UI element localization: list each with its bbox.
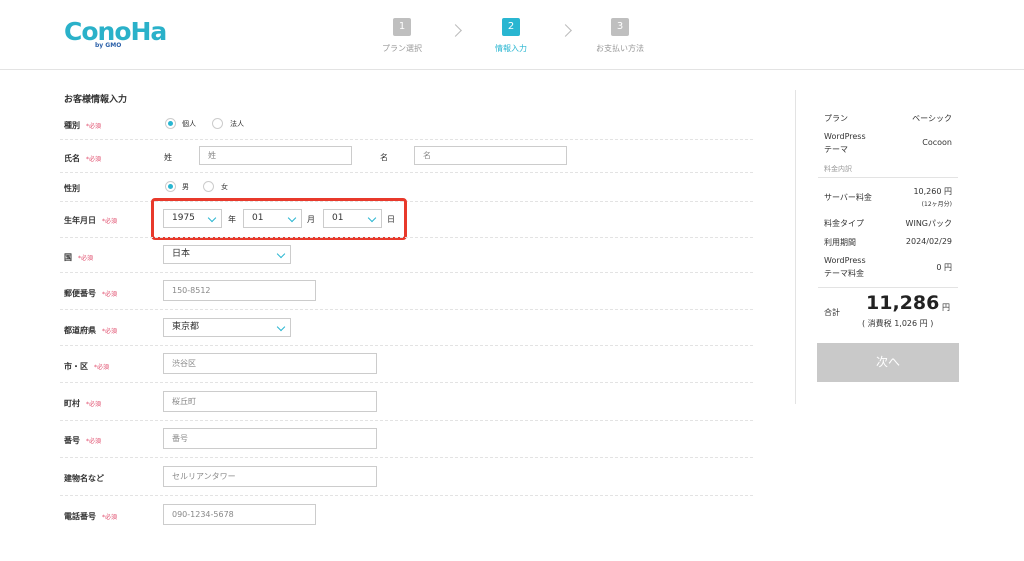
prefecture-label: 都道府県 *必須 bbox=[64, 326, 118, 335]
server-fee-value: 10,260 円 bbox=[913, 187, 952, 196]
divider bbox=[60, 495, 753, 496]
theme-label-1: WordPress bbox=[824, 132, 866, 141]
last-name-label: 姓 bbox=[164, 153, 172, 162]
server-fee-note: (12ヶ月分) bbox=[921, 201, 952, 208]
first-name-label: 名 bbox=[380, 153, 388, 162]
number-input[interactable]: 番号 bbox=[163, 428, 377, 449]
city-input[interactable]: 渋谷区 bbox=[163, 353, 377, 374]
type-corporate-label: 法人 bbox=[230, 120, 244, 128]
theme-label-2: テーマ bbox=[824, 145, 848, 154]
type-personal-radio[interactable] bbox=[165, 118, 176, 129]
logo-sub: by GMO bbox=[95, 42, 122, 49]
server-fee-label: サーバー料金 bbox=[824, 193, 872, 202]
step-2: 2 情報入力 bbox=[471, 18, 551, 54]
type-personal-label: 個人 bbox=[182, 120, 196, 128]
zip-label: 郵便番号 *必須 bbox=[64, 289, 118, 298]
theme-fee-label-1: WordPress bbox=[824, 256, 866, 265]
number-label: 番号 *必須 bbox=[64, 436, 102, 445]
birthday-label: 生年月日 *必須 bbox=[64, 216, 118, 225]
step-2-number: 2 bbox=[502, 18, 520, 36]
step-3-label: お支払い方法 bbox=[596, 44, 644, 53]
theme-fee-label-2: テーマ料金 bbox=[824, 269, 864, 278]
divider bbox=[60, 382, 753, 383]
plan-value: ベーシック bbox=[912, 114, 952, 123]
first-name-input[interactable]: 名 bbox=[414, 146, 567, 165]
gender-label: 性別 bbox=[64, 184, 80, 193]
period-label: 利用期間 bbox=[824, 238, 856, 247]
divider bbox=[60, 237, 753, 238]
zip-input[interactable]: 150-8512 bbox=[163, 280, 316, 301]
step-3: 3 お支払い方法 bbox=[580, 18, 660, 54]
birthday-highlight-box bbox=[151, 198, 407, 240]
sidebar-divider bbox=[795, 90, 796, 404]
step-1-number: 1 bbox=[393, 18, 411, 36]
divider bbox=[60, 420, 753, 421]
gender-male-label: 男 bbox=[182, 183, 189, 191]
gender-male-radio[interactable] bbox=[165, 181, 176, 192]
chevron-right-icon bbox=[559, 24, 572, 37]
fee-type-label: 料金タイプ bbox=[824, 219, 864, 228]
total-value: 11,286 bbox=[866, 292, 940, 314]
divider bbox=[60, 309, 753, 310]
chevron-down-icon bbox=[276, 322, 286, 332]
step-2-label: 情報入力 bbox=[495, 44, 527, 53]
building-input[interactable]: セルリアンタワー bbox=[163, 466, 377, 487]
summary-divider bbox=[818, 177, 958, 178]
tax-note: ( 消費税 1,026 円 ) bbox=[862, 319, 934, 328]
country-select[interactable]: 日本 bbox=[163, 245, 291, 264]
divider bbox=[60, 457, 753, 458]
header: ConoHa by GMO 1 プラン選択 2 情報入力 3 お支払い方法 bbox=[0, 0, 1024, 70]
step-3-number: 3 bbox=[611, 18, 629, 36]
theme-value: Cocoon bbox=[922, 138, 952, 147]
fee-type-value: WINGパック bbox=[905, 219, 952, 228]
total-unit: 円 bbox=[942, 303, 950, 312]
city-label: 市・区 *必須 bbox=[64, 362, 110, 371]
divider bbox=[60, 345, 753, 346]
total-label: 合計 bbox=[824, 308, 840, 317]
phone-input[interactable]: 090-1234-5678 bbox=[163, 504, 316, 525]
prefecture-select[interactable]: 東京都 bbox=[163, 318, 291, 337]
phone-label: 電話番号 *必須 bbox=[64, 512, 118, 521]
last-name-input[interactable]: 姓 bbox=[199, 146, 352, 165]
breakdown-label: 料金内訳 bbox=[824, 165, 852, 173]
name-label: 氏名 *必須 bbox=[64, 154, 102, 163]
building-label: 建物名など bbox=[64, 474, 104, 483]
step-1-label: プラン選択 bbox=[382, 44, 422, 53]
theme-fee-value: 0 円 bbox=[936, 263, 952, 272]
chevron-right-icon bbox=[449, 24, 462, 37]
step-1: 1 プラン選択 bbox=[362, 18, 442, 54]
plan-label: プラン bbox=[824, 114, 848, 123]
gender-female-radio[interactable] bbox=[203, 181, 214, 192]
summary-divider bbox=[818, 287, 958, 288]
form-title: お客様情報入力 bbox=[64, 95, 128, 105]
divider bbox=[60, 139, 753, 140]
gender-female-label: 女 bbox=[221, 183, 228, 191]
divider bbox=[60, 272, 753, 273]
divider bbox=[60, 172, 753, 173]
next-button[interactable]: 次へ bbox=[817, 343, 959, 382]
period-value: 2024/02/29 bbox=[905, 237, 952, 246]
chevron-down-icon bbox=[276, 249, 286, 259]
town-input[interactable]: 桜丘町 bbox=[163, 391, 377, 412]
type-corporate-radio[interactable] bbox=[212, 118, 223, 129]
town-label: 町村 *必須 bbox=[64, 399, 102, 408]
type-label: 種別 *必須 bbox=[64, 121, 102, 130]
country-label: 国 *必須 bbox=[64, 253, 94, 262]
